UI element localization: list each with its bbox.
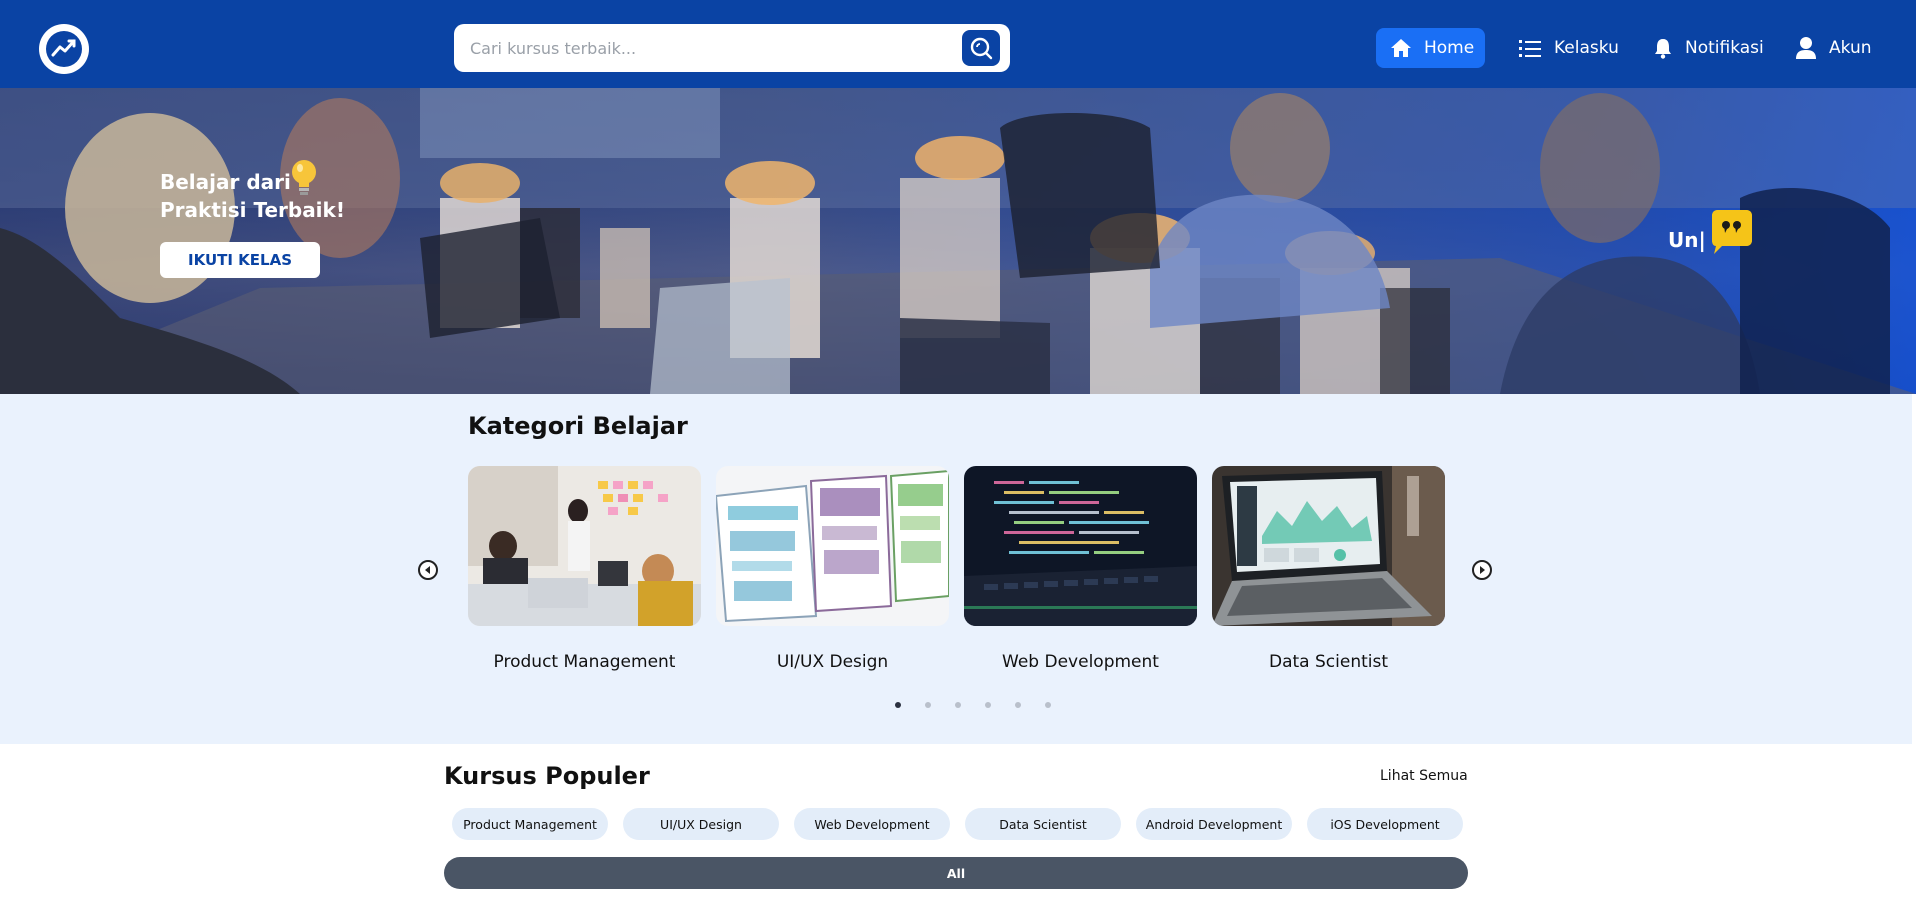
carousel-dot[interactable] bbox=[985, 702, 991, 708]
lightbulb-icon bbox=[292, 160, 316, 195]
hero-background-image bbox=[0, 88, 1916, 394]
kategori-section: Kategori Belajar Product Management UI/U… bbox=[0, 394, 1912, 744]
logo-icon bbox=[46, 31, 82, 67]
kategori-image-uiux-design bbox=[716, 466, 949, 626]
carousel-next-button[interactable] bbox=[1472, 560, 1492, 580]
carousel-dot[interactable] bbox=[1045, 702, 1051, 708]
nav-home[interactable]: Home bbox=[1376, 28, 1485, 68]
nav-akun-label: Akun bbox=[1829, 38, 1872, 58]
hero-typed-text: Un| bbox=[1668, 228, 1706, 252]
filter-chip[interactable]: Web Development bbox=[794, 808, 950, 840]
hero-banner: Belajar dari Praktisi Terbaik! IKUTI KEL… bbox=[0, 88, 1916, 394]
kategori-label: Data Scientist bbox=[1269, 652, 1388, 672]
filter-chip[interactable]: iOS Development bbox=[1307, 808, 1463, 840]
bell-icon bbox=[1655, 39, 1671, 59]
kategori-image-web-development bbox=[964, 466, 1197, 626]
list-icon bbox=[1519, 40, 1541, 57]
chevron-left-icon bbox=[425, 566, 430, 574]
kategori-title: Kategori Belajar bbox=[468, 412, 688, 440]
hero-title: Belajar dari Praktisi Terbaik! bbox=[160, 168, 360, 224]
carousel-prev-button[interactable] bbox=[418, 560, 438, 580]
kategori-image-product-management bbox=[468, 466, 701, 626]
kategori-label: UI/UX Design bbox=[776, 652, 889, 672]
chevron-right-icon bbox=[1480, 566, 1485, 574]
top-navbar: Home Kelasku Notifikasi Akun bbox=[0, 0, 1916, 88]
search-icon bbox=[970, 37, 993, 60]
nav-kelasku[interactable]: Kelasku bbox=[1518, 28, 1619, 68]
carousel-dot[interactable] bbox=[955, 702, 961, 708]
carousel-dot[interactable] bbox=[895, 702, 901, 708]
app-logo[interactable] bbox=[39, 24, 89, 74]
nav-notifikasi-label: Notifikasi bbox=[1685, 38, 1764, 58]
search-bar bbox=[454, 24, 1010, 72]
hero-title-line1: Belajar dari bbox=[160, 170, 291, 194]
quote-badge bbox=[1712, 210, 1752, 254]
ikuti-kelas-button[interactable]: IKUTI KELAS bbox=[160, 242, 320, 278]
hero-title-line2: Praktisi Terbaik! bbox=[160, 198, 345, 222]
kategori-card-data-scientist[interactable] bbox=[1212, 466, 1445, 626]
home-icon bbox=[1391, 39, 1411, 57]
search-input[interactable] bbox=[470, 24, 950, 72]
nav-notifikasi[interactable]: Notifikasi bbox=[1653, 28, 1764, 68]
kategori-card-product-management[interactable] bbox=[468, 466, 701, 626]
user-icon bbox=[1796, 37, 1816, 59]
kursus-populer-title: Kursus Populer bbox=[444, 762, 650, 790]
filter-all-button[interactable]: All bbox=[444, 857, 1468, 889]
quote-icon bbox=[1712, 210, 1752, 254]
lihat-semua-link[interactable]: Lihat Semua bbox=[1380, 768, 1468, 784]
nav-kelasku-label: Kelasku bbox=[1554, 38, 1619, 58]
kategori-card-uiux-design[interactable] bbox=[716, 466, 949, 626]
carousel-dot[interactable] bbox=[925, 702, 931, 708]
kategori-label: Product Management bbox=[493, 652, 676, 672]
kategori-label: Web Development bbox=[1002, 652, 1159, 672]
kategori-card-web-development[interactable] bbox=[964, 466, 1197, 626]
kategori-image-data-scientist bbox=[1212, 466, 1445, 626]
nav-home-label: Home bbox=[1424, 38, 1475, 58]
filter-chip[interactable]: UI/UX Design bbox=[623, 808, 779, 840]
carousel-dot[interactable] bbox=[1015, 702, 1021, 708]
filter-chip[interactable]: Data Scientist bbox=[965, 808, 1121, 840]
filter-chip[interactable]: Android Development bbox=[1136, 808, 1292, 840]
filter-chip[interactable]: Product Management bbox=[452, 808, 608, 840]
carousel-dots bbox=[895, 702, 1051, 708]
nav-akun[interactable]: Akun bbox=[1795, 28, 1872, 68]
search-button[interactable] bbox=[962, 30, 1000, 66]
